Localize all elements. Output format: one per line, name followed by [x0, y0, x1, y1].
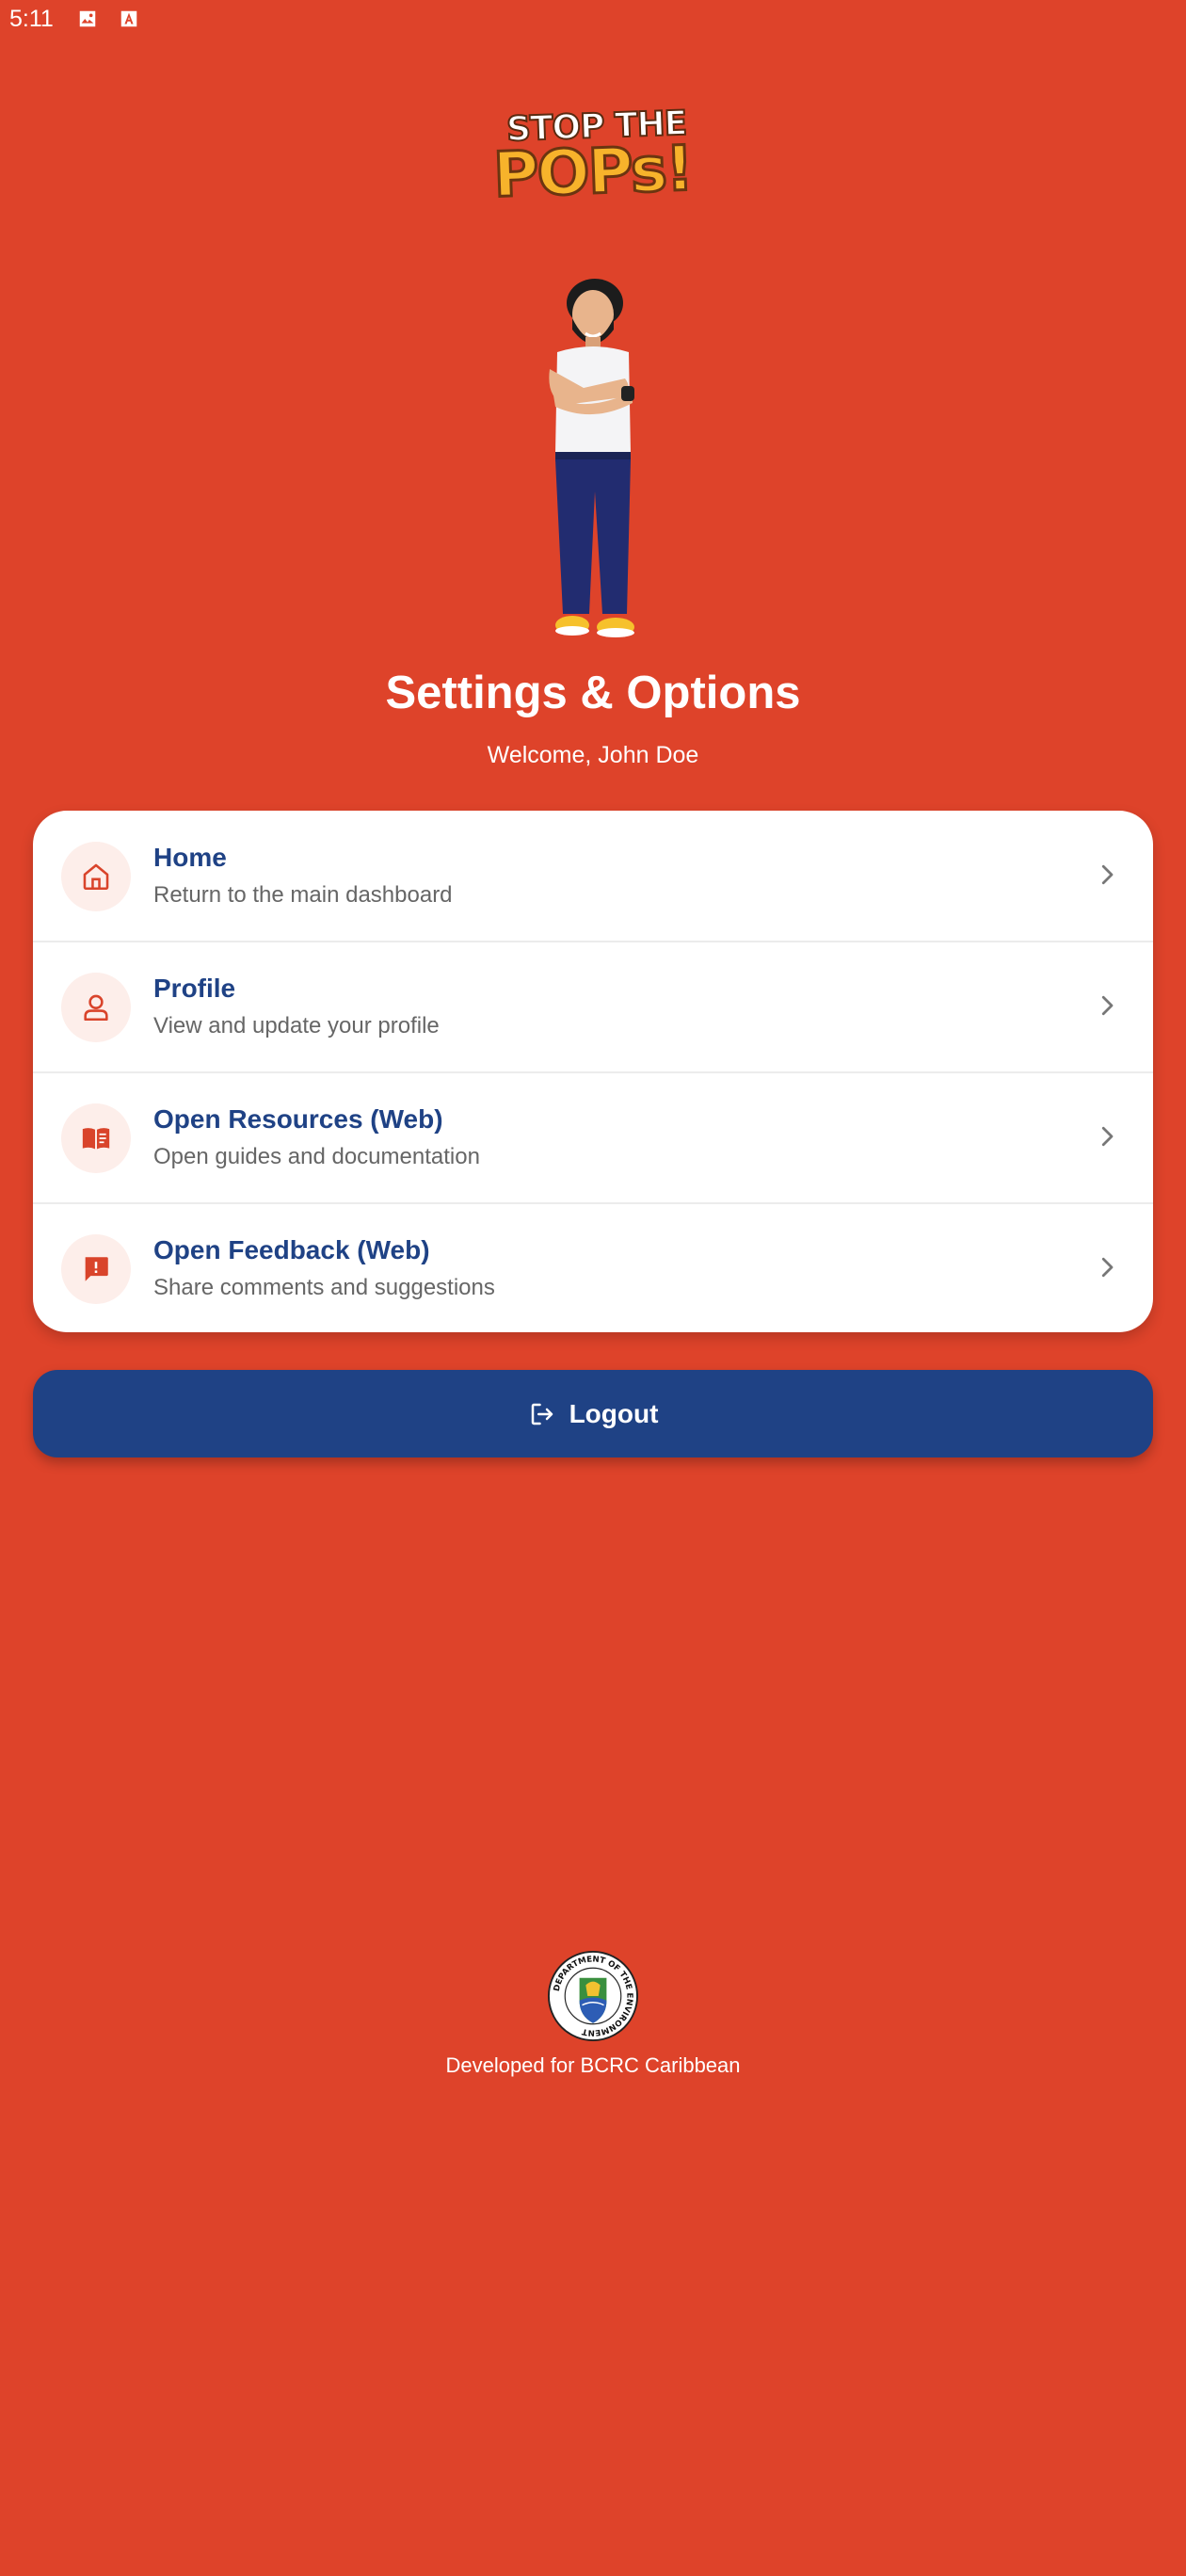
person-icon-badge — [61, 973, 131, 1042]
department-seal-logo: DEPARTMENT OF THE ENVIRONMENT — [548, 1951, 638, 2041]
person-icon — [84, 994, 108, 1022]
menu-item-title: Home — [153, 843, 227, 872]
feedback-icon-badge — [61, 1234, 131, 1304]
font-icon — [120, 10, 137, 27]
image-icon — [79, 10, 96, 27]
footer-text: Developed for BCRC Caribbean — [445, 2053, 741, 2077]
menu-item-subtitle: View and update your profile — [153, 1013, 440, 1038]
chevron-right-icon — [1101, 995, 1114, 1016]
logo-line2: POPs! — [490, 131, 695, 213]
book-icon — [82, 1128, 110, 1150]
home-icon — [83, 863, 109, 891]
page-title: Settings & Options — [385, 668, 801, 718]
app-logo: STOP THE POPs! — [490, 104, 695, 213]
menu-item-home[interactable]: Home Return to the main dashboard — [33, 811, 1153, 941]
menu-item-profile[interactable]: Profile View and update your profile — [33, 942, 1153, 1071]
character-illustration — [549, 279, 634, 637]
welcome-message: Welcome, John Doe — [487, 742, 699, 768]
logout-button[interactable]: Logout — [33, 1370, 1153, 1457]
menu-item-title: Open Feedback (Web) — [153, 1235, 430, 1264]
menu-item-title: Open Resources (Web) — [153, 1104, 443, 1134]
menu-item-subtitle: Open guides and documentation — [153, 1144, 480, 1169]
menu-item-open-resources[interactable]: Open Resources (Web) Open guides and doc… — [33, 1072, 1153, 1202]
menu-item-title: Profile — [153, 974, 236, 1003]
chevron-right-icon — [1101, 1126, 1114, 1147]
logout-label: Logout — [569, 1398, 659, 1428]
status-bar: 5:11 — [0, 0, 1186, 41]
logout-icon — [531, 1403, 553, 1425]
chevron-right-icon — [1101, 864, 1114, 885]
status-time: 5:11 — [9, 6, 54, 32]
menu-item-subtitle: Return to the main dashboard — [153, 882, 453, 908]
book-icon-badge — [61, 1103, 131, 1173]
settings-menu-card: Home Return to the main dashboard Profil… — [33, 811, 1153, 1332]
menu-item-subtitle: Share comments and suggestions — [153, 1275, 495, 1300]
menu-item-open-feedback[interactable]: Open Feedback (Web) Share comments and s… — [33, 1203, 1153, 1332]
feedback-icon — [85, 1257, 108, 1281]
chevron-right-icon — [1101, 1257, 1114, 1278]
home-icon-badge — [61, 842, 131, 911]
